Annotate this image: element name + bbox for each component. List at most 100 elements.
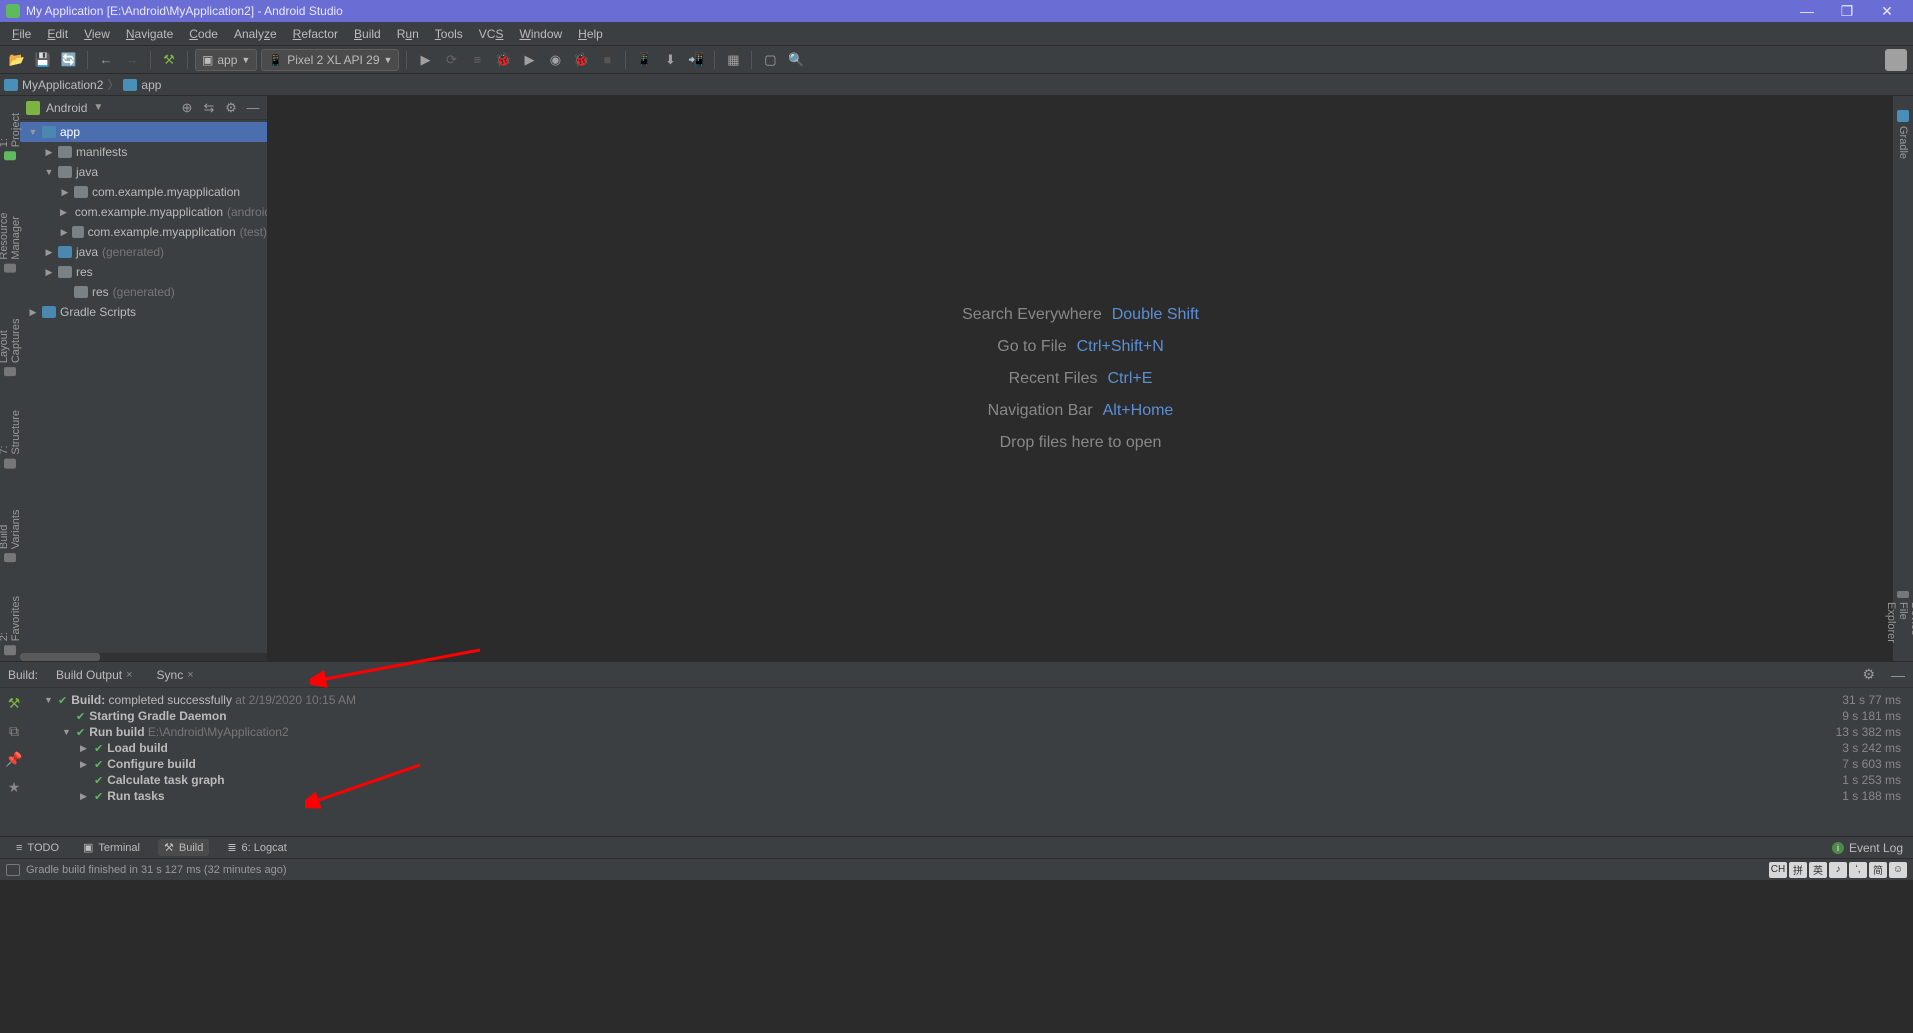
profile-icon[interactable]: ◉: [544, 49, 566, 71]
build-item[interactable]: ▶✔Load build3 s 242 ms: [36, 740, 1905, 756]
tab-terminal[interactable]: ▣Terminal: [77, 839, 146, 856]
tree-twisty-icon[interactable]: ▼: [44, 695, 54, 705]
rerun-icon[interactable]: ⚒: [5, 694, 23, 712]
attach-icon[interactable]: 🐞: [570, 49, 592, 71]
target-icon[interactable]: ⊕: [179, 100, 195, 116]
tab-resource-manager[interactable]: Resource Manager: [0, 186, 24, 279]
gear-icon[interactable]: ⚙: [1862, 666, 1875, 683]
menu-run[interactable]: Run: [389, 24, 427, 44]
chevron-down-icon[interactable]: ▼: [93, 102, 103, 113]
tab-layout-captures[interactable]: Layout Captures: [0, 299, 24, 382]
device-combo[interactable]: 📱Pixel 2 XL API 29 ▼: [261, 49, 399, 71]
menu-edit[interactable]: Edit: [39, 24, 76, 44]
tab-structure[interactable]: 7: Structure: [0, 402, 24, 475]
window-minimize-button[interactable]: —: [1787, 3, 1827, 19]
structure-icon[interactable]: ▦: [722, 49, 744, 71]
tab-build[interactable]: ⚒Build: [158, 839, 209, 856]
menu-navigate[interactable]: Navigate: [118, 24, 181, 44]
status-window-icon[interactable]: [6, 864, 20, 876]
scrollbar-thumb[interactable]: [20, 653, 100, 661]
tree-item[interactable]: ▶res: [20, 262, 267, 282]
tree-twisty-icon[interactable]: ▶: [44, 247, 54, 258]
ime-button[interactable]: 英: [1809, 862, 1827, 878]
menu-refactor[interactable]: Refactor: [285, 24, 346, 44]
breadcrumb-root[interactable]: MyApplication2: [4, 78, 103, 92]
menu-tools[interactable]: Tools: [427, 24, 471, 44]
build-item[interactable]: ▶✔Configure build7 s 603 ms: [36, 756, 1905, 772]
open-icon[interactable]: 📂: [6, 49, 28, 71]
tree-item[interactable]: ▼app: [20, 122, 267, 142]
ime-button[interactable]: ʻ,: [1849, 862, 1867, 878]
save-icon[interactable]: 💾: [32, 49, 54, 71]
view-mode-label[interactable]: Android: [46, 101, 87, 115]
build-item[interactable]: ▶✔Run tasks1 s 188 ms: [36, 788, 1905, 804]
sync-icon[interactable]: 🔄: [58, 49, 80, 71]
tree-twisty-icon[interactable]: ▼: [44, 167, 54, 177]
apply-changes-icon[interactable]: ⟳: [440, 49, 462, 71]
ime-button[interactable]: ☺: [1889, 862, 1907, 878]
minimize-icon[interactable]: —: [1891, 667, 1905, 683]
editor-area[interactable]: Search EverywhereDouble ShiftGo to FileC…: [268, 96, 1893, 661]
tree-twisty-icon[interactable]: ▶: [60, 207, 67, 218]
menu-build[interactable]: Build: [346, 24, 389, 44]
run-icon[interactable]: ▶: [414, 49, 436, 71]
tree-item[interactable]: ▶com.example.myapplication (androidTest): [20, 202, 267, 222]
build-item[interactable]: ✔Starting Gradle Daemon9 s 181 ms: [36, 708, 1905, 724]
run-config-combo[interactable]: ▣app ▼: [195, 49, 257, 71]
menu-view[interactable]: View: [76, 24, 118, 44]
coverage-icon[interactable]: ▶: [518, 49, 540, 71]
build-item[interactable]: ▼✔Build: completed successfully at 2/19/…: [36, 692, 1905, 708]
tab-event-log[interactable]: iEvent Log: [1832, 841, 1903, 855]
ime-button[interactable]: 简: [1869, 862, 1887, 878]
menu-code[interactable]: Code: [181, 24, 226, 44]
menu-help[interactable]: Help: [570, 24, 611, 44]
tab-gradle[interactable]: Gradle: [1895, 104, 1911, 165]
debug-icon[interactable]: 🐞: [492, 49, 514, 71]
filter-icon[interactable]: ⇆: [201, 100, 217, 116]
close-icon[interactable]: ×: [187, 669, 193, 681]
menu-window[interactable]: Window: [511, 24, 570, 44]
tab-todo[interactable]: ≡TODO: [10, 840, 65, 856]
star-icon[interactable]: ★: [5, 778, 23, 796]
tree-twisty-icon[interactable]: ▶: [28, 307, 38, 318]
ime-button[interactable]: 拼: [1789, 862, 1807, 878]
minimize-icon[interactable]: —: [245, 100, 261, 115]
tree-twisty-icon[interactable]: ▶: [80, 791, 90, 802]
window-close-button[interactable]: ✕: [1867, 3, 1907, 20]
sdk-icon[interactable]: ⬇: [659, 49, 681, 71]
breadcrumb-app[interactable]: app: [123, 78, 161, 92]
tree-item[interactable]: ▶Gradle Scripts: [20, 302, 267, 322]
project-tree[interactable]: ▼app▶manifests▼java▶com.example.myapplic…: [20, 120, 267, 653]
tree-twisty-icon[interactable]: ▼: [62, 727, 72, 737]
tree-twisty-icon[interactable]: ▶: [60, 187, 70, 198]
window-maximize-button[interactable]: ❐: [1827, 3, 1867, 20]
filter-icon[interactable]: ⧉: [5, 722, 23, 740]
tree-item[interactable]: res (generated): [20, 282, 267, 302]
tree-item[interactable]: ▼java: [20, 162, 267, 182]
apply-code-icon[interactable]: ≡: [466, 49, 488, 71]
tab-build-variants[interactable]: Build Variants: [0, 495, 24, 568]
tree-item[interactable]: ▶com.example.myapplication: [20, 182, 267, 202]
pin-icon[interactable]: 📌: [5, 750, 23, 768]
tree-twisty-icon[interactable]: ▶: [44, 267, 54, 278]
layout-icon[interactable]: ▢: [759, 49, 781, 71]
build-item[interactable]: ▼✔Run build E:\Android\MyApplication213 …: [36, 724, 1905, 740]
tab-logcat[interactable]: ≣6: Logcat: [221, 839, 292, 856]
menu-vcs[interactable]: VCS: [471, 24, 512, 44]
build-item[interactable]: ✔Calculate task graph1 s 253 ms: [36, 772, 1905, 788]
close-icon[interactable]: ×: [126, 669, 132, 681]
tab-build-output[interactable]: Build Output×: [50, 666, 138, 684]
ime-button[interactable]: CH: [1769, 862, 1787, 878]
horizontal-scrollbar[interactable]: [20, 653, 267, 661]
avd-icon[interactable]: 📱: [633, 49, 655, 71]
emulator-icon[interactable]: 📲: [685, 49, 707, 71]
tab-device-file-explorer[interactable]: Device File Explorer: [1883, 585, 1913, 661]
tree-item[interactable]: ▶manifests: [20, 142, 267, 162]
tree-twisty-icon[interactable]: ▶: [80, 743, 90, 754]
tree-twisty-icon[interactable]: ▶: [60, 227, 68, 238]
ime-button[interactable]: ♪: [1829, 862, 1847, 878]
user-avatar[interactable]: [1885, 49, 1907, 71]
gear-icon[interactable]: ⚙: [223, 100, 239, 116]
tab-favorites[interactable]: 2: Favorites: [0, 588, 24, 661]
tab-project[interactable]: 1: Project: [0, 104, 24, 166]
